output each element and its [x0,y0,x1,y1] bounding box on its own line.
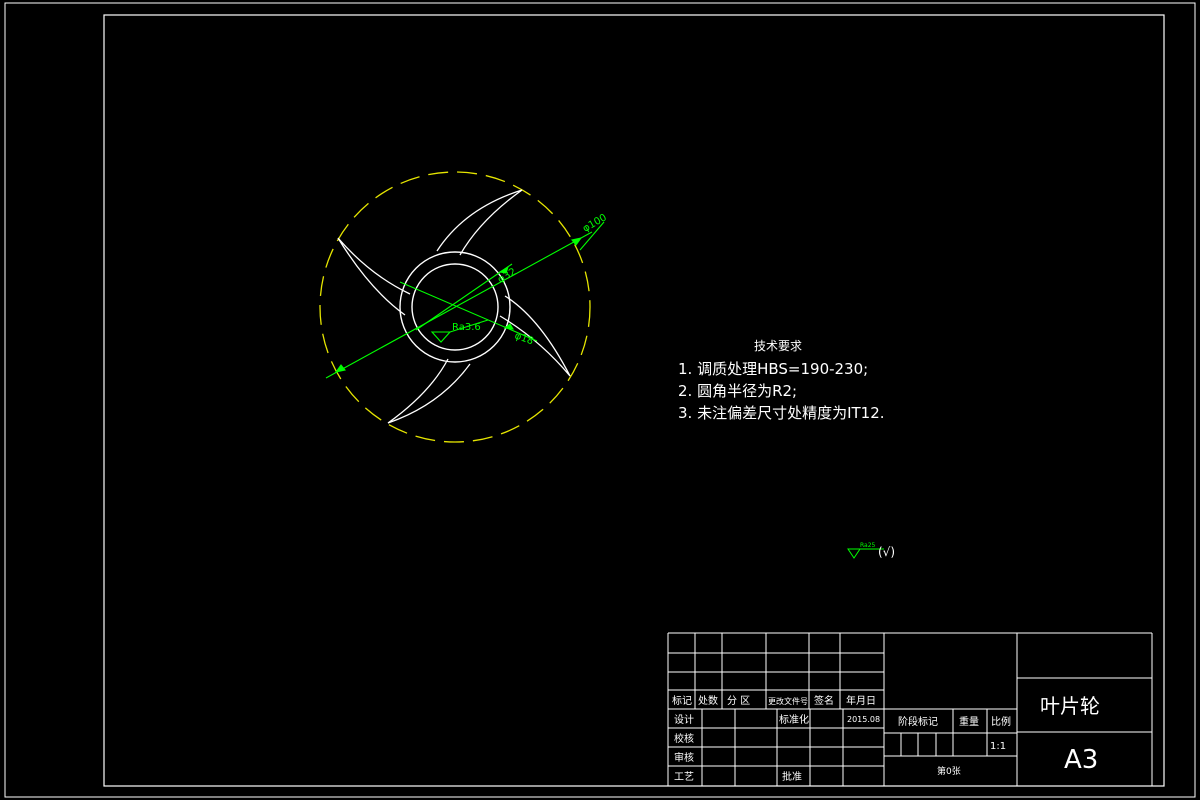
rev-header-date: 年月日 [846,694,876,707]
dimension-lines [325,221,605,379]
drawing-canvas: φ100 φ32 φ18 Ra3.6 技术要求 1. 调质处理HBS=190-2… [4,2,1196,798]
drawing-frame [103,14,1165,787]
label-check: 校核 [674,732,694,745]
general-roughness-note: Ra25 (√) [847,542,895,559]
blade-top [436,189,523,256]
scale-value: 1:1 [990,741,1006,752]
dim-label-outer: φ100 [581,212,609,234]
rev-header-count: 处数 [698,694,718,707]
label-process: 工艺 [674,771,694,783]
blade-left [337,237,411,316]
roughness-note-value: Ra25 [860,542,876,549]
dim-label-hub: φ32 [496,266,518,285]
tech-requirement-3: 3. 未注偏差尺寸处精度为IT12. [678,404,885,422]
dim-arrow-outer-2 [334,364,346,373]
label-scale: 比例 [991,715,1011,728]
roughness-note-suffix: (√) [878,545,895,559]
title-block: 标记 处数 分 区 更改文件号 签名 年月日 设计 标准化 2015.08 校核… [667,632,1153,786]
label-stage-mark: 阶段标记 [898,715,938,728]
impeller-blades [337,189,571,424]
rev-header-doc-no: 更改文件号 [768,696,808,706]
roughness-symbol-bore [430,331,452,343]
label-standardize: 标准化 [779,713,809,726]
label-weight: 重量 [959,715,979,728]
impeller-view: φ100 φ32 φ18 Ra3.6 [319,171,609,443]
rev-header-zone: 分 区 [727,695,750,707]
dim-line-bore [415,263,513,331]
tech-requirement-1: 1. 调质处理HBS=190-230; [678,360,868,378]
dim-label-bore: φ18 [513,330,535,347]
label-design: 设计 [674,713,694,726]
tech-requirements-title: 技术要求 [754,339,802,353]
label-approve: 批准 [782,770,802,783]
dim-arrow-hub [503,323,515,330]
rev-header-signature: 签名 [814,694,834,707]
design-date: 2015.08 [847,715,880,724]
blade-bottom [387,358,471,424]
roughness-label-bore: Ra3.6 [452,322,481,333]
label-review: 审核 [674,751,694,764]
tech-requirement-2: 2. 圆角半径为R2; [678,382,797,400]
part-name: 叶片轮 [1040,694,1100,718]
sheet-number: 第0张 [937,765,961,777]
tech-requirements: 技术要求 1. 调质处理HBS=190-230; 2. 圆角半径为R2; 3. … [678,339,885,422]
paper-size: A3 [1064,745,1098,775]
rev-header-mark: 标记 [672,695,692,707]
dim-arrow-outer-1 [571,237,583,246]
